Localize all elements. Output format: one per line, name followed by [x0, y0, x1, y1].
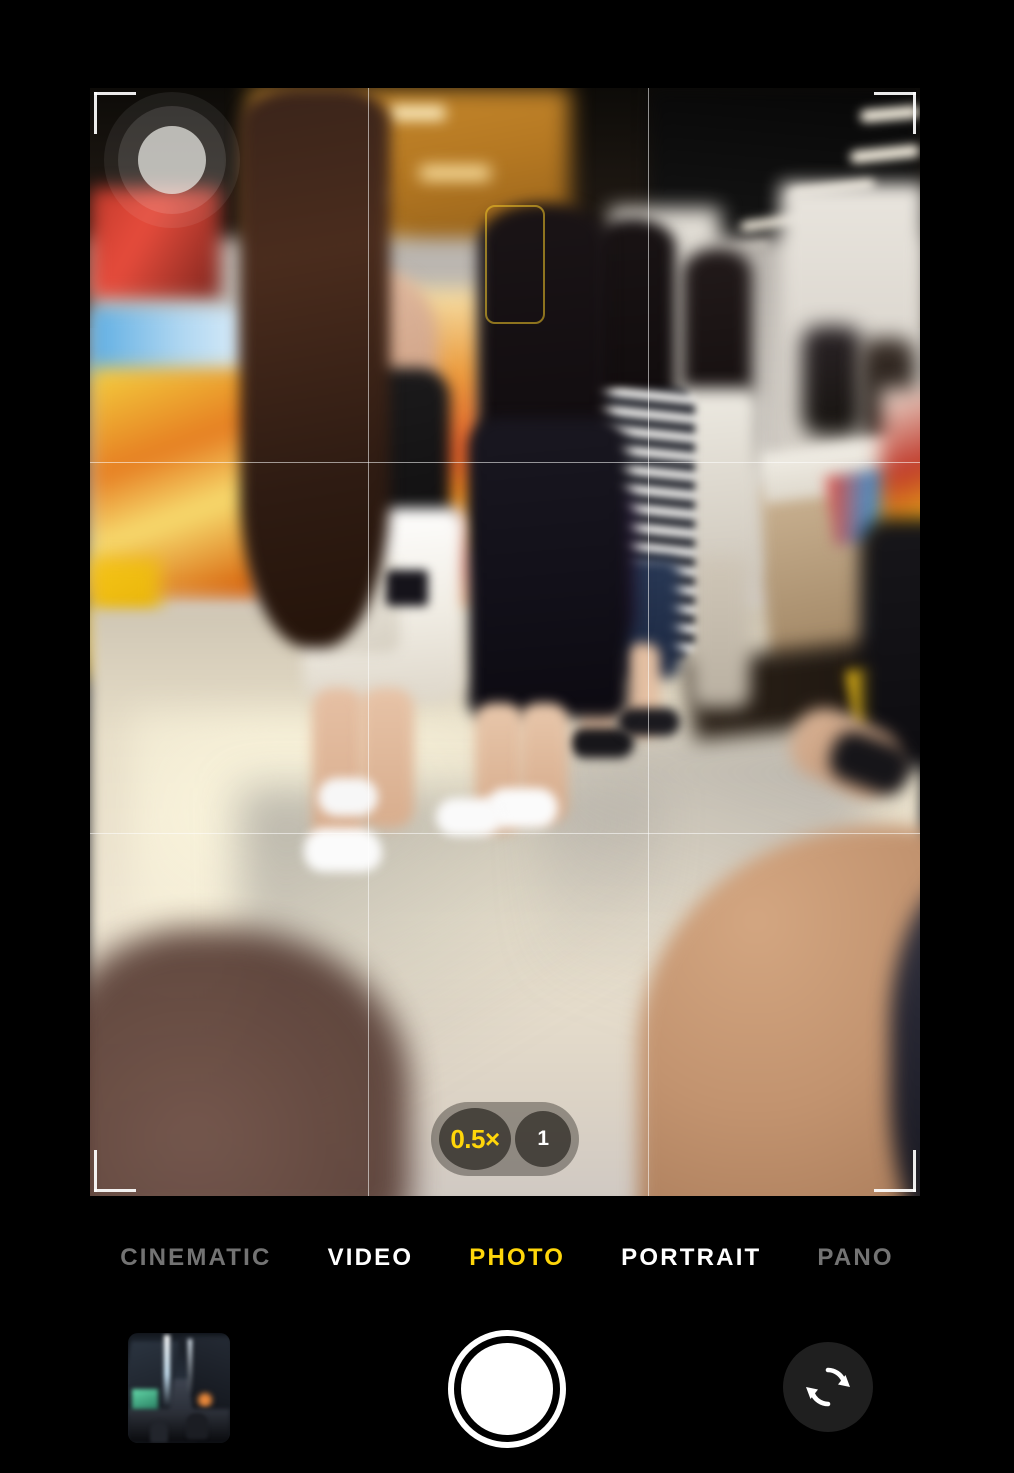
scene-ceiling-light	[420, 166, 490, 180]
frame-bracket-bottom-right	[874, 1150, 916, 1192]
shutter-button-inner	[461, 1343, 553, 1435]
camera-bottom-bar	[0, 1310, 1014, 1473]
camera-viewfinder[interactable]: 0.5× 1	[90, 88, 920, 1196]
mode-pano[interactable]: PANO	[817, 1244, 893, 1272]
zoom-button-0.5x[interactable]: 0.5×	[439, 1108, 511, 1170]
capture-mode-selector[interactable]: CINEMATIC VIDEO PHOTO PORTRAIT PANO	[0, 1236, 1014, 1280]
mode-photo[interactable]: PHOTO	[469, 1244, 565, 1272]
grid-line-horizontal-1	[90, 462, 920, 463]
scene-person-white-shorts	[312, 688, 364, 848]
grid-line-horizontal-2	[90, 833, 920, 834]
photo-library-thumbnail[interactable]	[128, 1333, 230, 1443]
lens-overlay-circle	[118, 106, 226, 214]
scene-person-white-shorts	[318, 778, 378, 816]
thumbnail-light	[188, 1339, 192, 1395]
shutter-button[interactable]	[448, 1330, 566, 1448]
thumbnail-person	[186, 1413, 208, 1439]
grid-line-vertical-1	[368, 88, 369, 1196]
autofocus-box[interactable]	[485, 205, 545, 324]
camera-app-screen: 0.5× 1 CINEMATIC VIDEO PHOTO PORTRAIT PA…	[0, 0, 1014, 1473]
scene-ceiling-light	[390, 106, 445, 120]
mode-portrait[interactable]: PORTRAIT	[621, 1244, 761, 1272]
thumbnail-image	[128, 1333, 230, 1443]
zoom-button-1x[interactable]: 1	[515, 1111, 571, 1167]
scene-crossbody-bag	[386, 570, 428, 606]
mode-video[interactable]: VIDEO	[328, 1244, 414, 1272]
frame-bracket-bottom-left	[94, 1150, 136, 1192]
grid-line-vertical-2	[648, 88, 649, 1196]
thumbnail-person	[150, 1421, 168, 1443]
thumbnail-light	[164, 1335, 170, 1407]
scene-person-black-dress	[436, 798, 502, 836]
scene-background-person	[802, 326, 862, 436]
camera-rotate-icon	[806, 1367, 850, 1407]
scene-person-white-shorts	[304, 828, 382, 872]
scene-person-black-dress	[468, 418, 628, 718]
scene-person-far	[690, 558, 750, 708]
mode-cinematic[interactable]: CINEMATIC	[120, 1244, 271, 1272]
scene-person-striped	[618, 708, 680, 736]
camera-flip-button[interactable]	[783, 1342, 873, 1432]
zoom-level-selector[interactable]: 0.5× 1	[431, 1102, 579, 1176]
thumbnail-light	[198, 1393, 212, 1407]
thumbnail-crowd	[128, 1409, 230, 1443]
frame-bracket-top-right	[874, 92, 916, 134]
